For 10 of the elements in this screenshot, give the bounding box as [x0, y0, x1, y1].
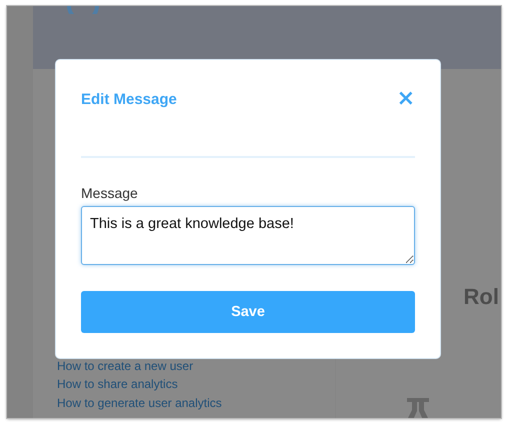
article-link[interactable]: How to create a new user [57, 356, 335, 375]
message-field[interactable]: This is a great knowledge base! [81, 206, 415, 265]
flask-icon [405, 396, 431, 418]
field-label: Message [81, 185, 139, 201]
article-link[interactable]: How to share analytics [57, 375, 335, 394]
article-link[interactable]: How to generate user analytics [57, 394, 335, 412]
save-button[interactable]: Save [81, 291, 415, 333]
close-button[interactable]: × [396, 88, 415, 110]
section-heading: Rol [464, 284, 499, 310]
dialog-title: Edit Message [81, 90, 177, 108]
